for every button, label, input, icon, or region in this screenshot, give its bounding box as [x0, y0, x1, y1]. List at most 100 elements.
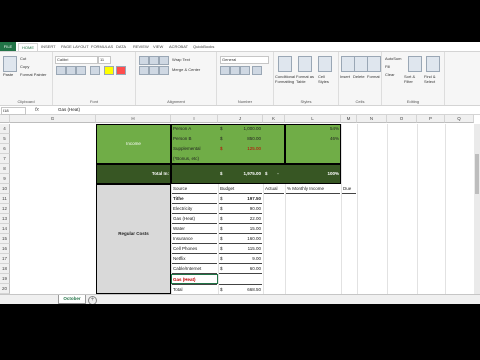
- underline-icon[interactable]: [76, 66, 86, 75]
- currency-icon[interactable]: [220, 66, 230, 75]
- income-name-cell[interactable]: Person B: [172, 134, 217, 144]
- align-left-icon[interactable]: [139, 66, 149, 75]
- merge-center-button[interactable]: Merge & Center: [172, 67, 200, 72]
- cost-name-cell[interactable]: Water: [172, 224, 217, 234]
- row-header-4[interactable]: 4: [0, 124, 10, 134]
- insert-button[interactable]: Insert: [340, 74, 350, 79]
- column-header-g[interactable]: G: [10, 115, 96, 123]
- sheet-tab-october[interactable]: October: [58, 295, 86, 304]
- column-header-i[interactable]: I: [171, 115, 218, 123]
- income-pct-cell[interactable]: 54%: [286, 124, 340, 134]
- row-header-17[interactable]: 17: [0, 254, 10, 264]
- tab-page-layout[interactable]: PAGE LAYOUT: [58, 43, 92, 50]
- wrap-text-button[interactable]: Wrap Text: [172, 57, 190, 62]
- column-header-m[interactable]: M: [341, 115, 357, 123]
- income-amount-cell[interactable]: 125.00: [225, 144, 262, 154]
- tab-view[interactable]: VIEW: [150, 43, 166, 50]
- italic-icon[interactable]: [66, 66, 76, 75]
- column-header-j[interactable]: J: [218, 115, 263, 123]
- cell-styles-icon[interactable]: [318, 56, 332, 72]
- cut-button[interactable]: Cut: [20, 56, 26, 61]
- sort-filter-button[interactable]: Sort & Filter: [404, 74, 422, 84]
- income-note-cell[interactable]: (*Bonus, etc): [172, 154, 217, 164]
- align-right-icon[interactable]: [159, 66, 169, 75]
- select-all-corner[interactable]: [0, 115, 10, 123]
- clear-button[interactable]: Clear: [385, 72, 395, 77]
- bold-icon[interactable]: [56, 66, 66, 75]
- column-header-q[interactable]: Q: [445, 115, 474, 123]
- cost-name-cell[interactable]: Cable/Internet: [172, 264, 217, 274]
- cost-amount-cell[interactable]: 22.00: [225, 214, 262, 224]
- paste-button[interactable]: Paste: [3, 72, 13, 77]
- delete-button[interactable]: Delete: [353, 74, 365, 79]
- income-name-cell[interactable]: Supplemental: [172, 144, 217, 154]
- tab-insert[interactable]: INSERT: [38, 43, 59, 50]
- tab-review[interactable]: REVIEW: [130, 43, 152, 50]
- row-header-8[interactable]: 8: [0, 164, 10, 174]
- tab-home[interactable]: HOME: [18, 43, 38, 51]
- costs-total-amount[interactable]: 668.50: [225, 284, 262, 294]
- vertical-scrollbar[interactable]: [474, 124, 480, 294]
- row-header-10[interactable]: 10: [0, 184, 10, 194]
- total-in-amount[interactable]: 1,975.00: [225, 169, 262, 179]
- total-actual-value[interactable]: -: [272, 169, 284, 179]
- format-painter-button[interactable]: Format Painter: [20, 72, 46, 77]
- cost-amount-cell[interactable]: 160.00: [225, 234, 262, 244]
- number-format-select[interactable]: General: [220, 56, 269, 64]
- row-header-5[interactable]: 5: [0, 134, 10, 144]
- fill-button[interactable]: Fill: [385, 64, 390, 69]
- total-pct[interactable]: 100%: [286, 169, 340, 179]
- cost-name-cell[interactable]: Insurance: [172, 234, 217, 244]
- column-header-k[interactable]: K: [263, 115, 285, 123]
- tab-formulas[interactable]: FORMULAS: [88, 43, 116, 50]
- cost-amount-cell[interactable]: 15.00: [225, 224, 262, 234]
- paste-icon[interactable]: [3, 56, 17, 72]
- scrollbar-thumb[interactable]: [475, 154, 479, 194]
- cost-name-cell[interactable]: Gas (Heat): [172, 214, 217, 224]
- percent-icon[interactable]: [230, 66, 240, 75]
- conditional-formatting-icon[interactable]: [278, 56, 292, 72]
- row-header-18[interactable]: 18: [0, 264, 10, 274]
- find-select-icon[interactable]: [426, 56, 440, 72]
- column-header-h[interactable]: H: [96, 115, 171, 123]
- format-as-table-button[interactable]: Format as Table: [296, 74, 316, 84]
- column-header-o[interactable]: O: [387, 115, 417, 123]
- font-color-icon[interactable]: [116, 66, 126, 75]
- autosum-button[interactable]: AutoSum: [385, 56, 401, 61]
- insert-cells-icon[interactable]: [341, 56, 355, 72]
- row-header-16[interactable]: 16: [0, 244, 10, 254]
- cost-name-cell[interactable]: Electricity: [172, 204, 217, 214]
- fx-icon[interactable]: fx: [35, 106, 39, 114]
- conditional-formatting-button[interactable]: Conditional Formatting: [275, 74, 295, 84]
- format-button[interactable]: Format: [367, 74, 380, 79]
- align-bottom-icon[interactable]: [159, 56, 169, 65]
- find-select-button[interactable]: Find & Select: [424, 74, 442, 84]
- income-amount-cell[interactable]: 850.00: [225, 134, 262, 144]
- row-header-13[interactable]: 13: [0, 214, 10, 224]
- comma-icon[interactable]: [240, 66, 250, 75]
- column-header-p[interactable]: P: [417, 115, 445, 123]
- delete-cells-icon[interactable]: [354, 56, 368, 72]
- copy-button[interactable]: Copy: [20, 64, 29, 69]
- row-header-14[interactable]: 14: [0, 224, 10, 234]
- cost-name-cell[interactable]: Tithe: [172, 194, 217, 204]
- row-header-20[interactable]: 20: [0, 284, 10, 294]
- borders-icon[interactable]: [90, 66, 100, 75]
- cost-name-cell[interactable]: Netflix: [172, 254, 217, 264]
- active-cell-editing[interactable]: Gas (Heat): [171, 274, 218, 284]
- cost-amount-cell[interactable]: 197.50: [225, 194, 262, 204]
- align-center-icon[interactable]: [149, 66, 159, 75]
- column-header-l[interactable]: L: [285, 115, 341, 123]
- formula-input[interactable]: Gas (Heat): [58, 106, 80, 114]
- income-name-cell[interactable]: Person A: [172, 124, 217, 134]
- align-top-icon[interactable]: [139, 56, 149, 65]
- income-amount-cell[interactable]: 1,000.00: [225, 124, 262, 134]
- add-sheet-button[interactable]: +: [88, 296, 97, 304]
- cost-amount-cell[interactable]: 9.00: [225, 254, 262, 264]
- font-size-select[interactable]: 11: [98, 56, 111, 64]
- align-middle-icon[interactable]: [149, 56, 159, 65]
- tab-data[interactable]: DATA: [113, 43, 129, 50]
- row-header-19[interactable]: 19: [0, 274, 10, 284]
- sort-filter-icon[interactable]: [408, 56, 422, 72]
- font-name-select[interactable]: Calibri: [55, 56, 98, 64]
